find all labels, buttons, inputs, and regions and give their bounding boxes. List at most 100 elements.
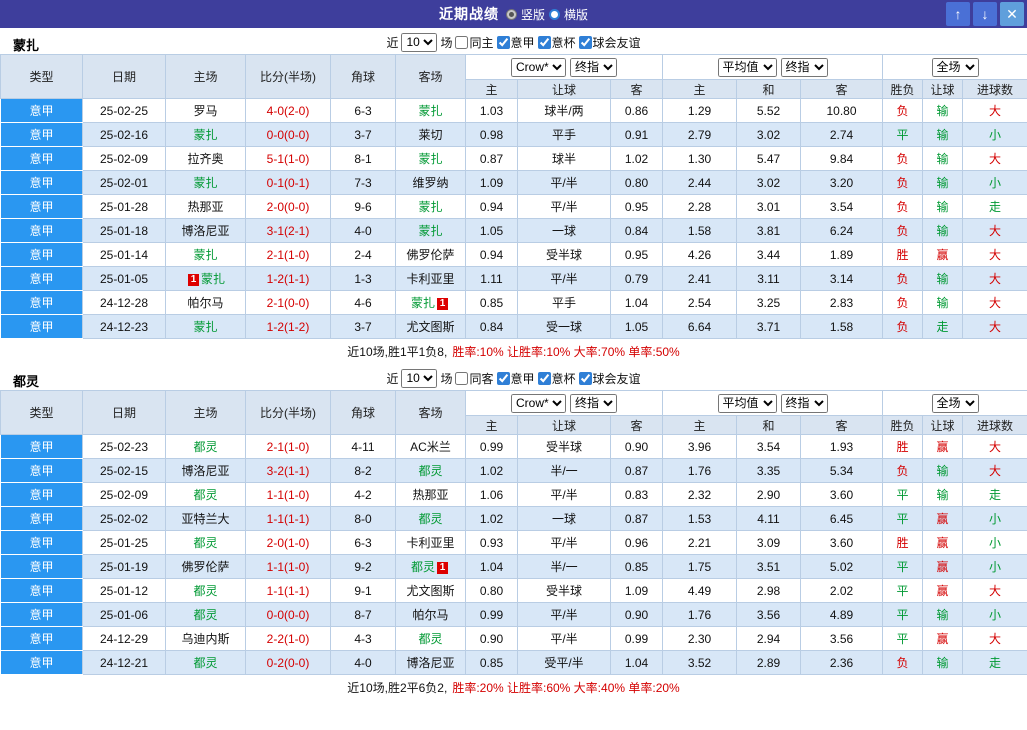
scope-select[interactable]: 全场 [931, 57, 979, 77]
away-team-cell: 蒙扎 [395, 194, 466, 219]
match-row: 意甲 25-02-25 罗马 4-0(2-0) 6-3 蒙扎 1.03 球半/两 0.86 1.2… [0, 98, 1027, 123]
match-count-select[interactable]: 10 [401, 32, 438, 52]
move-down-button[interactable]: ↓ [973, 2, 997, 26]
date-cell: 24-12-29 [82, 626, 166, 651]
asia-home-odds: 0.93 [465, 530, 518, 555]
match-row: 意甲 25-01-18 博洛尼亚 3-1(2-1) 4-0 蒙扎 1.05 一球 0.84 1.5… [0, 218, 1027, 243]
team-name: 卡利亚里 [406, 536, 455, 550]
serie-a-checkbox[interactable] [496, 371, 510, 385]
date-cell: 25-02-02 [82, 506, 166, 531]
away-team-cell: 卡利亚里 [395, 530, 466, 555]
league-cell: 意甲 [0, 314, 83, 339]
score-cell: 0-1(0-1) [245, 170, 331, 195]
horizontal-layout-label[interactable]: 横版 [564, 6, 588, 23]
result-wdl: 平 [882, 626, 924, 651]
score-cell: 5-1(1-0) [245, 146, 331, 171]
result-wdl: 平 [882, 122, 924, 147]
team-name: 蒙扎 [193, 128, 218, 142]
team-name: 卡利亚里 [406, 272, 455, 286]
horizontal-layout-radio[interactable] [549, 8, 560, 20]
asia-home-odds: 1.02 [465, 458, 518, 483]
corner-cell: 8-1 [330, 146, 396, 171]
checkbox-label: 球会友谊 [592, 371, 641, 386]
asia-home-odds: 1.05 [465, 218, 518, 243]
result-wdl: 负 [882, 146, 924, 171]
move-up-button[interactable]: ↑ [946, 2, 970, 26]
bookmaker-stage-select[interactable]: 终指 [570, 57, 617, 77]
home-team-cell: 都灵 [165, 434, 246, 459]
bookmaker-select[interactable]: Crow* [511, 393, 566, 413]
close-button[interactable]: ✕ [1000, 2, 1024, 26]
bookmaker-select[interactable]: Crow* [511, 57, 566, 77]
col-header-asia-handicap: 让球 [517, 79, 611, 99]
team-name: 蒙扎 [193, 320, 218, 334]
home-team-cell: 蒙扎 [165, 242, 246, 267]
summary-record: 近10场,胜2平6负2, [347, 681, 448, 695]
average-stage-select[interactable]: 终指 [780, 393, 828, 413]
euro-away-odds: 2.02 [799, 578, 884, 603]
corner-cell: 6-3 [330, 98, 396, 123]
result-wdl: 负 [882, 194, 924, 219]
average-stage-select[interactable]: 终指 [780, 57, 828, 77]
result-handicap: 赢 [922, 434, 964, 459]
window-buttons: ↑ ↓ ✕ [946, 2, 1024, 26]
col-header-type: 类型 [0, 54, 83, 99]
corner-cell: 2-4 [330, 242, 396, 267]
average-select[interactable]: 平均值 [717, 57, 777, 77]
date-cell: 25-01-06 [82, 602, 166, 627]
match-row: 意甲 25-02-15 博洛尼亚 3-2(1-1) 8-2 都灵 1.02 半/一 0.87 1.… [0, 458, 1027, 483]
asia-home-odds: 0.94 [465, 194, 518, 219]
team-name: 都灵 [418, 464, 443, 478]
asia-away-odds: 1.02 [610, 146, 663, 171]
team-name: 蒙扎 [418, 104, 443, 118]
vertical-layout-label[interactable]: 竖版 [521, 6, 545, 23]
club-friendly-checkbox[interactable] [578, 371, 592, 385]
result-goals: 走 [962, 194, 1027, 219]
col-header-goals-result: 进球数 [962, 415, 1027, 435]
asia-away-odds: 0.99 [610, 626, 663, 651]
corner-cell: 8-0 [330, 506, 396, 531]
team-name: 蒙扎 [193, 248, 218, 262]
euro-away-odds: 3.20 [799, 170, 884, 195]
col-header-away: 客场 [395, 54, 466, 99]
match-row: 意甲 24-12-23 蒙扎 1-2(1-2) 3-7 尤文图斯 0.84 受一球 1.05 6.… [0, 314, 1027, 339]
score-cell: 2-0(1-0) [245, 530, 331, 555]
team-name: 蒙扎 [193, 176, 218, 190]
result-goals: 大 [962, 458, 1027, 483]
match-count-select[interactable]: 10 [401, 368, 438, 388]
serie-a-checkbox[interactable] [496, 35, 510, 49]
result-goals: 走 [962, 482, 1027, 507]
date-cell: 25-01-25 [82, 530, 166, 555]
result-handicap: 输 [922, 98, 964, 123]
corner-cell: 3-7 [330, 122, 396, 147]
club-friendly-checkbox[interactable] [578, 35, 592, 49]
checkbox-label: 球会友谊 [592, 35, 641, 50]
match-row: 意甲 25-01-28 热那亚 2-0(0-0) 9-6 蒙扎 0.94 平/半 0.95 2.2… [0, 194, 1027, 219]
euro-draw-odds: 3.01 [736, 194, 801, 219]
euro-away-odds: 3.54 [799, 194, 884, 219]
league-cell: 意甲 [0, 578, 83, 603]
col-header-goals-result: 进球数 [962, 79, 1027, 99]
team-name: 博洛尼亚 [181, 464, 230, 478]
same-venue-checkbox[interactable] [455, 35, 469, 49]
scope-controls: 全场 [882, 54, 1027, 80]
average-select[interactable]: 平均值 [717, 393, 777, 413]
vertical-layout-radio[interactable] [505, 8, 517, 20]
result-wdl: 平 [882, 554, 924, 579]
team-name: 帕尔马 [412, 608, 449, 622]
asia-home-odds: 0.94 [465, 242, 518, 267]
coppa-italia-checkbox[interactable] [537, 35, 551, 49]
coppa-italia-checkbox[interactable] [537, 371, 551, 385]
scope-select[interactable]: 全场 [931, 393, 979, 413]
match-row: 意甲 24-12-21 都灵 0-2(0-0) 4-0 博洛尼亚 0.85 受平/半 1.04 3… [0, 650, 1027, 675]
euro-home-odds: 3.96 [662, 434, 737, 459]
team-name: 都灵 [193, 488, 218, 502]
result-handicap: 赢 [922, 530, 964, 555]
asia-handicap: 平/半 [517, 266, 611, 291]
score-cell: 1-2(1-2) [245, 314, 331, 339]
col-header-asia-handicap: 让球 [517, 415, 611, 435]
asia-away-odds: 0.87 [610, 458, 663, 483]
bookmaker-stage-select[interactable]: 终指 [570, 393, 617, 413]
same-venue-checkbox[interactable] [455, 371, 469, 385]
home-team-cell: 帕尔马 [165, 290, 246, 315]
